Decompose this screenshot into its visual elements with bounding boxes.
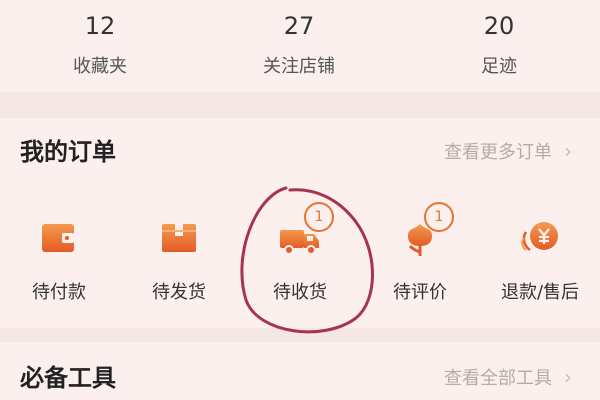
stat-favorites-count: 12	[84, 12, 116, 40]
stats-panel: 12 收藏夹 27 关注店铺 20 足迹	[0, 0, 600, 92]
order-pending-receipt-label: 待收货	[273, 282, 327, 303]
stat-favorites[interactable]: 12 收藏夹	[20, 0, 180, 78]
receipt-count-badge: 1	[304, 202, 334, 232]
order-pending-shipment-label: 待发货	[152, 282, 206, 303]
stat-followed-shops-label: 关注店铺	[263, 56, 335, 77]
order-pending-review[interactable]: 1 待评价	[370, 202, 470, 304]
view-more-orders-link[interactable]: 查看更多订单 ›	[444, 138, 572, 164]
orders-section: 我的订单 查看更多订单 › 待付款 待发货 1 待收货 1 待评价 退款/售后	[0, 118, 600, 328]
order-pending-payment-label: 待付款	[32, 282, 86, 303]
view-more-orders-label: 查看更多订单	[444, 142, 552, 163]
tools-section: 必备工具 查看全部工具 ›	[0, 342, 600, 400]
view-all-tools-link[interactable]: 查看全部工具 ›	[444, 364, 572, 390]
order-pending-payment[interactable]: 待付款	[9, 216, 109, 304]
wallet-icon	[37, 216, 81, 260]
chevron-right-icon: ›	[564, 365, 572, 389]
stat-followed-shops[interactable]: 27 关注店铺	[219, 0, 379, 78]
package-icon	[157, 216, 201, 260]
view-all-tools-label: 查看全部工具	[444, 368, 552, 389]
tools-title: 必备工具	[20, 364, 116, 392]
review-count-badge: 1	[424, 202, 454, 232]
stat-footprints[interactable]: 20 足迹	[419, 0, 579, 78]
orders-title: 我的订单	[20, 138, 116, 166]
order-pending-review-label: 待评价	[393, 282, 447, 303]
order-pending-shipment[interactable]: 待发货	[129, 216, 229, 304]
stat-favorites-label: 收藏夹	[73, 56, 127, 77]
order-refund-aftersale[interactable]: 退款/售后	[490, 216, 590, 304]
delivery-truck-icon: 1	[278, 202, 334, 260]
order-pending-receipt[interactable]: 1 待收货	[250, 202, 350, 304]
chevron-right-icon: ›	[564, 139, 572, 163]
refund-yen-icon	[518, 216, 562, 260]
order-refund-aftersale-label: 退款/售后	[500, 282, 580, 303]
stat-followed-shops-count: 27	[283, 12, 315, 40]
stat-footprints-count: 20	[483, 12, 515, 40]
stat-footprints-label: 足迹	[481, 56, 517, 77]
flower-review-icon: 1	[398, 202, 454, 260]
